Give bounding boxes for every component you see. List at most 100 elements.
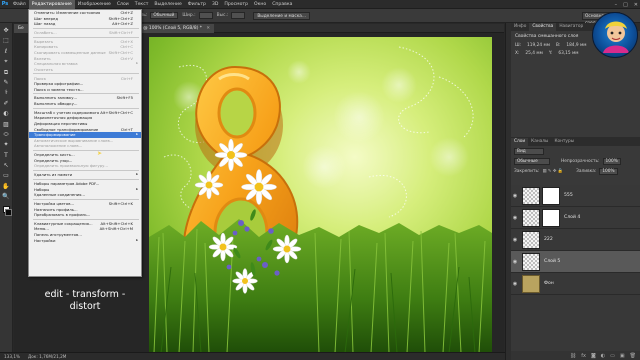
edit-menu-dropdown: Отменить: Изменение состояния Ctrl+Z Шаг в… bbox=[28, 9, 142, 277]
edit-menu-item[interactable]: Шаг назад Alt+Ctrl+Z bbox=[29, 21, 141, 27]
menu-8[interactable]: Просмотр bbox=[221, 0, 251, 9]
submenu-arrow-icon: ▸ bbox=[136, 237, 138, 242]
lock-icons[interactable]: ▦ ✎ ✥ 🔒 bbox=[542, 169, 563, 174]
tool-icon-15[interactable]: ✋ bbox=[2, 182, 11, 191]
edit-menu-item[interactable]: Удалить из памяти ▸ bbox=[29, 172, 141, 178]
tool-icon-12[interactable]: T bbox=[2, 151, 11, 160]
tab-layers[interactable]: Слои bbox=[511, 137, 529, 146]
layer-filter-select[interactable]: Вид bbox=[514, 147, 544, 155]
layer-mask-thumbnail[interactable] bbox=[542, 186, 560, 205]
tool-icon-8[interactable]: ◐ bbox=[2, 109, 11, 118]
tool-icon-3[interactable]: ⌖ bbox=[2, 57, 11, 66]
zoom-level[interactable]: 133,1% bbox=[4, 354, 20, 359]
link-icon[interactable]: ⛓ bbox=[570, 353, 576, 359]
tool-icon-16[interactable]: 🔍 bbox=[2, 192, 11, 201]
folder-icon[interactable]: ▭ bbox=[610, 353, 615, 359]
menu-item-label: Копировать bbox=[34, 44, 58, 50]
menu-9[interactable]: Окно bbox=[251, 0, 269, 9]
edit-menu-item[interactable]: Преобразовать в профиль... bbox=[29, 212, 141, 218]
menu-item-label: Деформация перспективы bbox=[34, 121, 88, 127]
mask-icon[interactable]: ◙ bbox=[591, 353, 596, 359]
visibility-eye-icon[interactable]: ◉ bbox=[511, 215, 519, 221]
tool-icon-10[interactable]: ⬭ bbox=[2, 130, 11, 139]
adjustment-icon[interactable]: ◐ bbox=[601, 353, 605, 359]
edit-menu-item[interactable]: Поиск и замена текста... bbox=[29, 87, 141, 93]
layers-tabs: Слои Каналы Контуры bbox=[511, 137, 640, 146]
tab-navigator[interactable]: Навигатор bbox=[556, 23, 586, 31]
fill-field[interactable]: 100% bbox=[599, 167, 618, 175]
opacity-field[interactable]: 100% bbox=[602, 157, 621, 165]
layer-row[interactable]: ◉ 222 bbox=[511, 229, 640, 251]
blend-mode-select[interactable]: Обычные bbox=[514, 157, 550, 165]
caption-line-2: distort bbox=[69, 301, 101, 312]
tool-icon-13[interactable]: ↖ bbox=[2, 161, 11, 170]
tool-icon-14[interactable]: ▭ bbox=[2, 171, 11, 180]
menu-2[interactable]: Изображение bbox=[75, 0, 114, 9]
tab-info[interactable]: Инфо bbox=[511, 23, 529, 31]
menu-5[interactable]: Выделение bbox=[151, 0, 184, 9]
select-and-mask-button[interactable]: Выделение и маска... bbox=[253, 11, 311, 20]
close-tab-icon[interactable]: ✕ bbox=[206, 26, 210, 31]
tab-paths[interactable]: Контуры bbox=[551, 138, 577, 146]
menu-item-label: Выполнить заливку... bbox=[34, 95, 78, 101]
document-title: Бе bbox=[18, 25, 24, 31]
menu-10[interactable]: Справка bbox=[269, 0, 295, 9]
menu-separator bbox=[33, 36, 139, 38]
tool-icon-2[interactable]: ℓ bbox=[2, 47, 11, 56]
height-field[interactable] bbox=[231, 12, 246, 19]
tools-panel: ✥ ⬚ ℓ ⌖ ⧉ ✎ ⚕ ✐ ◐ ▨ ⬭ ✦ T ↖ ▭ ✋ 🔍 bbox=[0, 23, 13, 352]
style-select[interactable]: Обычный bbox=[150, 12, 179, 19]
tool-icon-7[interactable]: ✐ bbox=[2, 99, 11, 108]
tool-icon-1[interactable]: ⬚ bbox=[2, 36, 11, 45]
w-value[interactable]: 119,24 мм bbox=[527, 43, 550, 48]
minimize-button[interactable]: – bbox=[615, 2, 618, 8]
layer-row[interactable]: ◉ Фон bbox=[511, 273, 640, 295]
tool-icon-5[interactable]: ✎ bbox=[2, 78, 11, 87]
fx-icon[interactable]: fx bbox=[581, 353, 586, 359]
h-value[interactable]: 184,9 мм bbox=[566, 43, 586, 48]
tool-icon-0[interactable]: ✥ bbox=[2, 26, 11, 35]
layer-row[interactable]: ◉ Слой 5 bbox=[511, 251, 640, 273]
layer-row[interactable]: ◉ Слой 4 bbox=[511, 207, 640, 229]
visibility-eye-icon[interactable]: ◉ bbox=[511, 193, 519, 199]
tab-channels[interactable]: Каналы bbox=[528, 138, 551, 146]
layer-thumbnail bbox=[522, 208, 540, 227]
menu-3[interactable]: Слои bbox=[114, 0, 132, 9]
y-value[interactable]: 63,15 мм bbox=[558, 51, 578, 56]
tab-properties[interactable]: Свойства bbox=[529, 23, 557, 31]
image-canvas[interactable] bbox=[149, 37, 492, 353]
edit-menu-item: Определить произвольную фигуру... bbox=[29, 163, 141, 169]
menu-4[interactable]: Текст bbox=[132, 0, 152, 9]
menu-7[interactable]: 3D bbox=[209, 0, 221, 9]
edit-menu-item[interactable]: Удаленные соединения... bbox=[29, 192, 141, 198]
opacity-label: Непрозрачность: bbox=[561, 158, 600, 164]
visibility-eye-icon[interactable]: ◉ bbox=[511, 281, 519, 287]
layer-row[interactable]: ◉ 555 bbox=[511, 185, 640, 207]
width-field[interactable] bbox=[198, 12, 213, 19]
menu-1[interactable]: Редактирование bbox=[28, 0, 75, 9]
edit-menu-item[interactable]: Выполнить обводку... bbox=[29, 101, 141, 107]
tool-icon-6[interactable]: ⚕ bbox=[2, 88, 11, 97]
tool-icon-4[interactable]: ⧉ bbox=[2, 68, 11, 77]
menu-separator bbox=[33, 107, 139, 109]
tool-icon-11[interactable]: ✦ bbox=[2, 140, 11, 149]
menu-item-label: Масштаб с учетом содержимого bbox=[34, 109, 100, 115]
x-value[interactable]: 25,4 мм bbox=[525, 51, 542, 56]
menu-item-label: Удалить из памяти bbox=[34, 172, 73, 178]
h-label: В: bbox=[555, 42, 561, 48]
menu-item-label: Шаг вперед bbox=[34, 15, 59, 21]
menu-0[interactable]: Файл bbox=[10, 0, 29, 9]
visibility-eye-icon[interactable]: ◉ bbox=[511, 237, 519, 243]
close-window-button[interactable]: ✕ bbox=[634, 2, 638, 8]
trash-icon[interactable]: 🗑 bbox=[630, 353, 636, 359]
new-layer-icon[interactable]: ▣ bbox=[620, 353, 625, 359]
maximize-button[interactable]: □ bbox=[623, 2, 628, 8]
menu-6[interactable]: Фильтр bbox=[185, 0, 209, 9]
edit-menu-item: Очистить bbox=[29, 67, 141, 73]
background-color-swatch[interactable] bbox=[5, 208, 12, 216]
menu-item-label: Поиск bbox=[34, 75, 47, 81]
tool-icon-9[interactable]: ▨ bbox=[2, 120, 11, 129]
layer-mask-thumbnail[interactable] bbox=[542, 208, 560, 227]
visibility-eye-icon[interactable]: ◉ bbox=[511, 259, 519, 265]
edit-menu-item[interactable]: Настройки ▸ bbox=[29, 238, 141, 244]
